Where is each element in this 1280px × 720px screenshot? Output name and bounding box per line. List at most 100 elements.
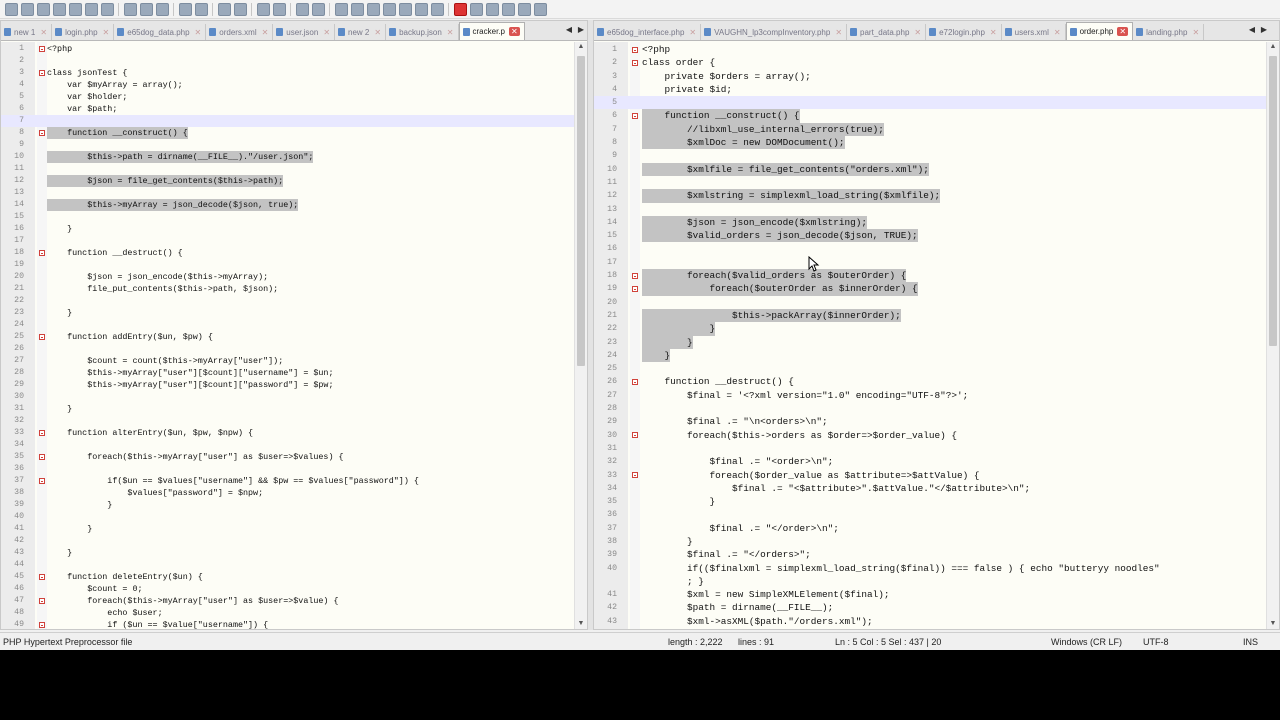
fold-toggle-icon[interactable] (632, 112, 638, 119)
file-tab[interactable]: user.json ✕ (273, 24, 336, 40)
code-line[interactable]: 3 private $orders = array(); (594, 70, 1267, 83)
undo-icon[interactable] (178, 2, 192, 16)
close-tab-icon[interactable]: ✕ (1117, 27, 1129, 36)
close-tab-icon[interactable]: ✕ (1054, 28, 1061, 37)
fold-toggle-icon[interactable] (39, 70, 45, 76)
open-file-icon[interactable] (20, 2, 34, 16)
close-tab-icon[interactable]: ✕ (323, 28, 330, 37)
file-tab[interactable]: cracker.p ✕ (458, 22, 525, 40)
close-tab-icon[interactable]: ✕ (689, 28, 696, 37)
fold-toggle-icon[interactable] (39, 46, 45, 52)
code-line[interactable]: 1 <?php (594, 43, 1267, 56)
file-tab[interactable]: new 1 ✕ (1, 24, 53, 40)
indent-guide-icon[interactable] (366, 2, 380, 16)
code-line[interactable]: 35 foreach($this->myArray["user"] as $us… (1, 451, 575, 463)
code-line[interactable]: 11 (1, 163, 575, 175)
code-line[interactable]: 31 (594, 442, 1267, 455)
code-line[interactable]: 21 $this->packArray($innerOrder); (594, 308, 1267, 323)
code-line[interactable]: 24 } (594, 348, 1267, 363)
code-line[interactable]: 16 (594, 242, 1267, 255)
folder-workspace-icon[interactable] (414, 2, 428, 16)
code-line[interactable]: 38 } (594, 535, 1267, 548)
tab-scroll-right-icon[interactable]: ▶ (576, 24, 586, 36)
code-line[interactable]: 24 (1, 319, 575, 331)
code-line[interactable]: 48 echo $user; (1, 607, 575, 619)
code-line[interactable]: 44 (1, 559, 575, 571)
code-line[interactable]: 15 $valid_orders = json_decode($json, TR… (594, 229, 1267, 243)
code-line[interactable]: 7 //libxml_use_internal_errors(true); (594, 122, 1267, 137)
word-wrap-icon[interactable] (334, 2, 348, 16)
fold-toggle-icon[interactable] (632, 378, 638, 385)
fold-toggle-icon[interactable] (39, 574, 45, 580)
code-line[interactable]: 33 foreach($order_value as $attribute=>$… (594, 469, 1267, 482)
code-line[interactable]: 26 (1, 343, 575, 355)
sync-horizontal-icon[interactable] (311, 2, 325, 16)
code-line[interactable]: 36 (594, 508, 1267, 521)
cut-icon[interactable] (123, 2, 137, 16)
code-line[interactable]: 43 $xml->asXML($path."/orders.xml"); (594, 615, 1267, 628)
code-line[interactable]: 2 (1, 55, 575, 67)
code-line[interactable]: 4 var $myArray = array(); (1, 79, 575, 91)
code-line[interactable]: 3 class jsonTest { (1, 67, 575, 79)
code-line[interactable]: 14 $this->myArray = json_decode($json, t… (1, 199, 575, 211)
code-line[interactable]: 17 (594, 256, 1267, 269)
file-tab[interactable]: e65dog_interface.php ✕ (594, 24, 702, 40)
code-line[interactable]: 23 } (594, 335, 1267, 349)
code-line[interactable]: 6 var $path; (1, 103, 575, 115)
doc-map-icon[interactable] (382, 2, 396, 16)
code-line[interactable]: 32 $final .= "<order>\n"; (594, 455, 1267, 468)
save-all-icon[interactable] (52, 2, 66, 16)
close-tab-icon[interactable]: ✕ (374, 28, 381, 37)
fold-toggle-icon[interactable] (632, 285, 638, 292)
save-icon[interactable] (36, 2, 50, 16)
code-line[interactable]: 26 function __destruct() { (594, 375, 1267, 388)
code-area[interactable]: 1 <?php 2 3 class jsonTest {4 var $myArray =… (1, 43, 575, 629)
close-all-icon[interactable] (84, 2, 98, 16)
code-line[interactable]: 22 (1, 295, 575, 307)
stop-macro-icon[interactable] (469, 2, 483, 16)
scroll-up-icon[interactable]: ▲ (575, 42, 587, 52)
code-line[interactable]: 15 (1, 211, 575, 223)
code-line[interactable]: 40 if(($finalxml = simplexml_load_string… (594, 562, 1267, 575)
code-line[interactable]: 30 (1, 391, 575, 403)
code-line[interactable]: 20 (594, 296, 1267, 309)
code-line[interactable]: ; } (594, 575, 1267, 588)
code-line[interactable]: 28 (594, 402, 1267, 415)
code-line[interactable]: 47 foreach($this->myArray["user"] as $us… (1, 595, 575, 607)
code-line[interactable]: 28 $this->myArray["user"][$count]["usern… (1, 367, 575, 379)
close-tab-icon[interactable]: ✕ (914, 28, 921, 37)
code-line[interactable]: 37 $final .= "</order>\n"; (594, 522, 1267, 535)
code-line[interactable]: 19 foreach($outerOrder as $innerOrder) { (594, 282, 1267, 296)
code-line[interactable]: 49 if ($un == $value["username"]) { (1, 619, 575, 629)
save-macro-icon[interactable] (517, 2, 531, 16)
code-line[interactable]: 38 $values["password"] = $npw; (1, 487, 575, 499)
code-line[interactable]: 43 } (1, 547, 575, 559)
file-tab[interactable]: e65dog_data.php ✕ (114, 24, 207, 40)
fold-toggle-icon[interactable] (39, 250, 45, 256)
fold-toggle-icon[interactable] (632, 272, 638, 279)
print-icon[interactable] (100, 2, 114, 16)
code-line[interactable]: 9 (594, 149, 1267, 162)
code-line[interactable]: 34 (1, 439, 575, 451)
fold-toggle-icon[interactable] (39, 430, 45, 436)
code-line[interactable]: 31 } (1, 403, 575, 415)
code-line[interactable]: 27 $final = '<?xml version="1.0" encodin… (594, 389, 1267, 402)
fold-toggle-icon[interactable] (39, 130, 45, 136)
code-line[interactable]: 36 (1, 463, 575, 475)
close-tab-icon[interactable]: ✕ (835, 28, 842, 37)
code-line[interactable]: 5 var $holder; (1, 91, 575, 103)
scrollbar-thumb[interactable] (1269, 56, 1277, 346)
code-line[interactable]: 5 (594, 96, 1267, 110)
file-tab[interactable]: VAUGHN_lp3compInventory.php ✕ (701, 24, 848, 40)
file-tab[interactable]: e72login.php ✕ (926, 24, 1002, 40)
right-editor-pane[interactable]: e65dog_interface.php ✕ VAUGHN_lp3compInven… (593, 20, 1280, 630)
sync-vertical-icon[interactable] (295, 2, 309, 16)
code-line[interactable]: 25 (594, 362, 1267, 375)
close-tab-icon[interactable]: ✕ (195, 28, 202, 37)
code-line[interactable]: 12 $json = file_get_contents($this->path… (1, 175, 575, 187)
zoom-out-icon[interactable] (272, 2, 286, 16)
code-line[interactable]: 8 $xmlDoc = new DOMDocument(); (594, 136, 1267, 150)
code-line[interactable]: 42 $path = dirname(__FILE__); (594, 601, 1267, 614)
close-tab-icon[interactable]: ✕ (40, 28, 47, 37)
code-line[interactable]: 41 $xml = new SimpleXMLElement($final); (594, 588, 1267, 601)
